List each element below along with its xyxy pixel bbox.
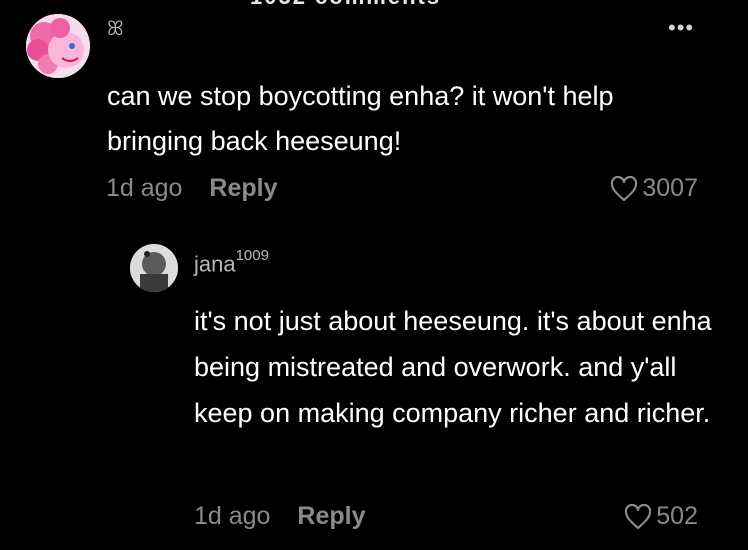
- comment-text: can we stop boycotting enha? it won't he…: [107, 81, 614, 156]
- reply-meta: 1d ago Reply: [194, 502, 366, 531]
- like-count: 3007: [642, 174, 698, 202]
- comments-count-header: 1052 comments: [250, 0, 441, 10]
- comment-username[interactable]: ꕤ: [107, 18, 124, 41]
- more-icon[interactable]: •••: [668, 17, 694, 39]
- heart-icon: [624, 503, 652, 530]
- reply-like-count: 502: [656, 502, 698, 530]
- reply-like-button[interactable]: 502: [624, 502, 698, 531]
- avatar-image: [26, 14, 90, 78]
- reply-username[interactable]: jana1009: [194, 247, 269, 277]
- reply-timestamp: 1d ago: [194, 502, 271, 530]
- avatar-image: [130, 244, 178, 292]
- reply-button[interactable]: Reply: [209, 174, 277, 202]
- heart-icon: [610, 175, 638, 202]
- comment-meta: 1d ago Reply: [106, 174, 278, 203]
- reply-text: it's not just about heeseung. it's about…: [194, 306, 712, 428]
- reply-reply-button[interactable]: Reply: [297, 502, 365, 530]
- comments-panel: 1052 comments ꕤ ••• can we stop boycotti…: [0, 0, 748, 550]
- reply-avatar[interactable]: [130, 244, 178, 292]
- reply-username-text: jana: [194, 251, 236, 277]
- comment-timestamp: 1d ago: [106, 174, 183, 202]
- avatar[interactable]: [26, 14, 90, 78]
- reply-username-suffix: 1009: [235, 247, 269, 264]
- like-button[interactable]: 3007: [610, 174, 698, 203]
